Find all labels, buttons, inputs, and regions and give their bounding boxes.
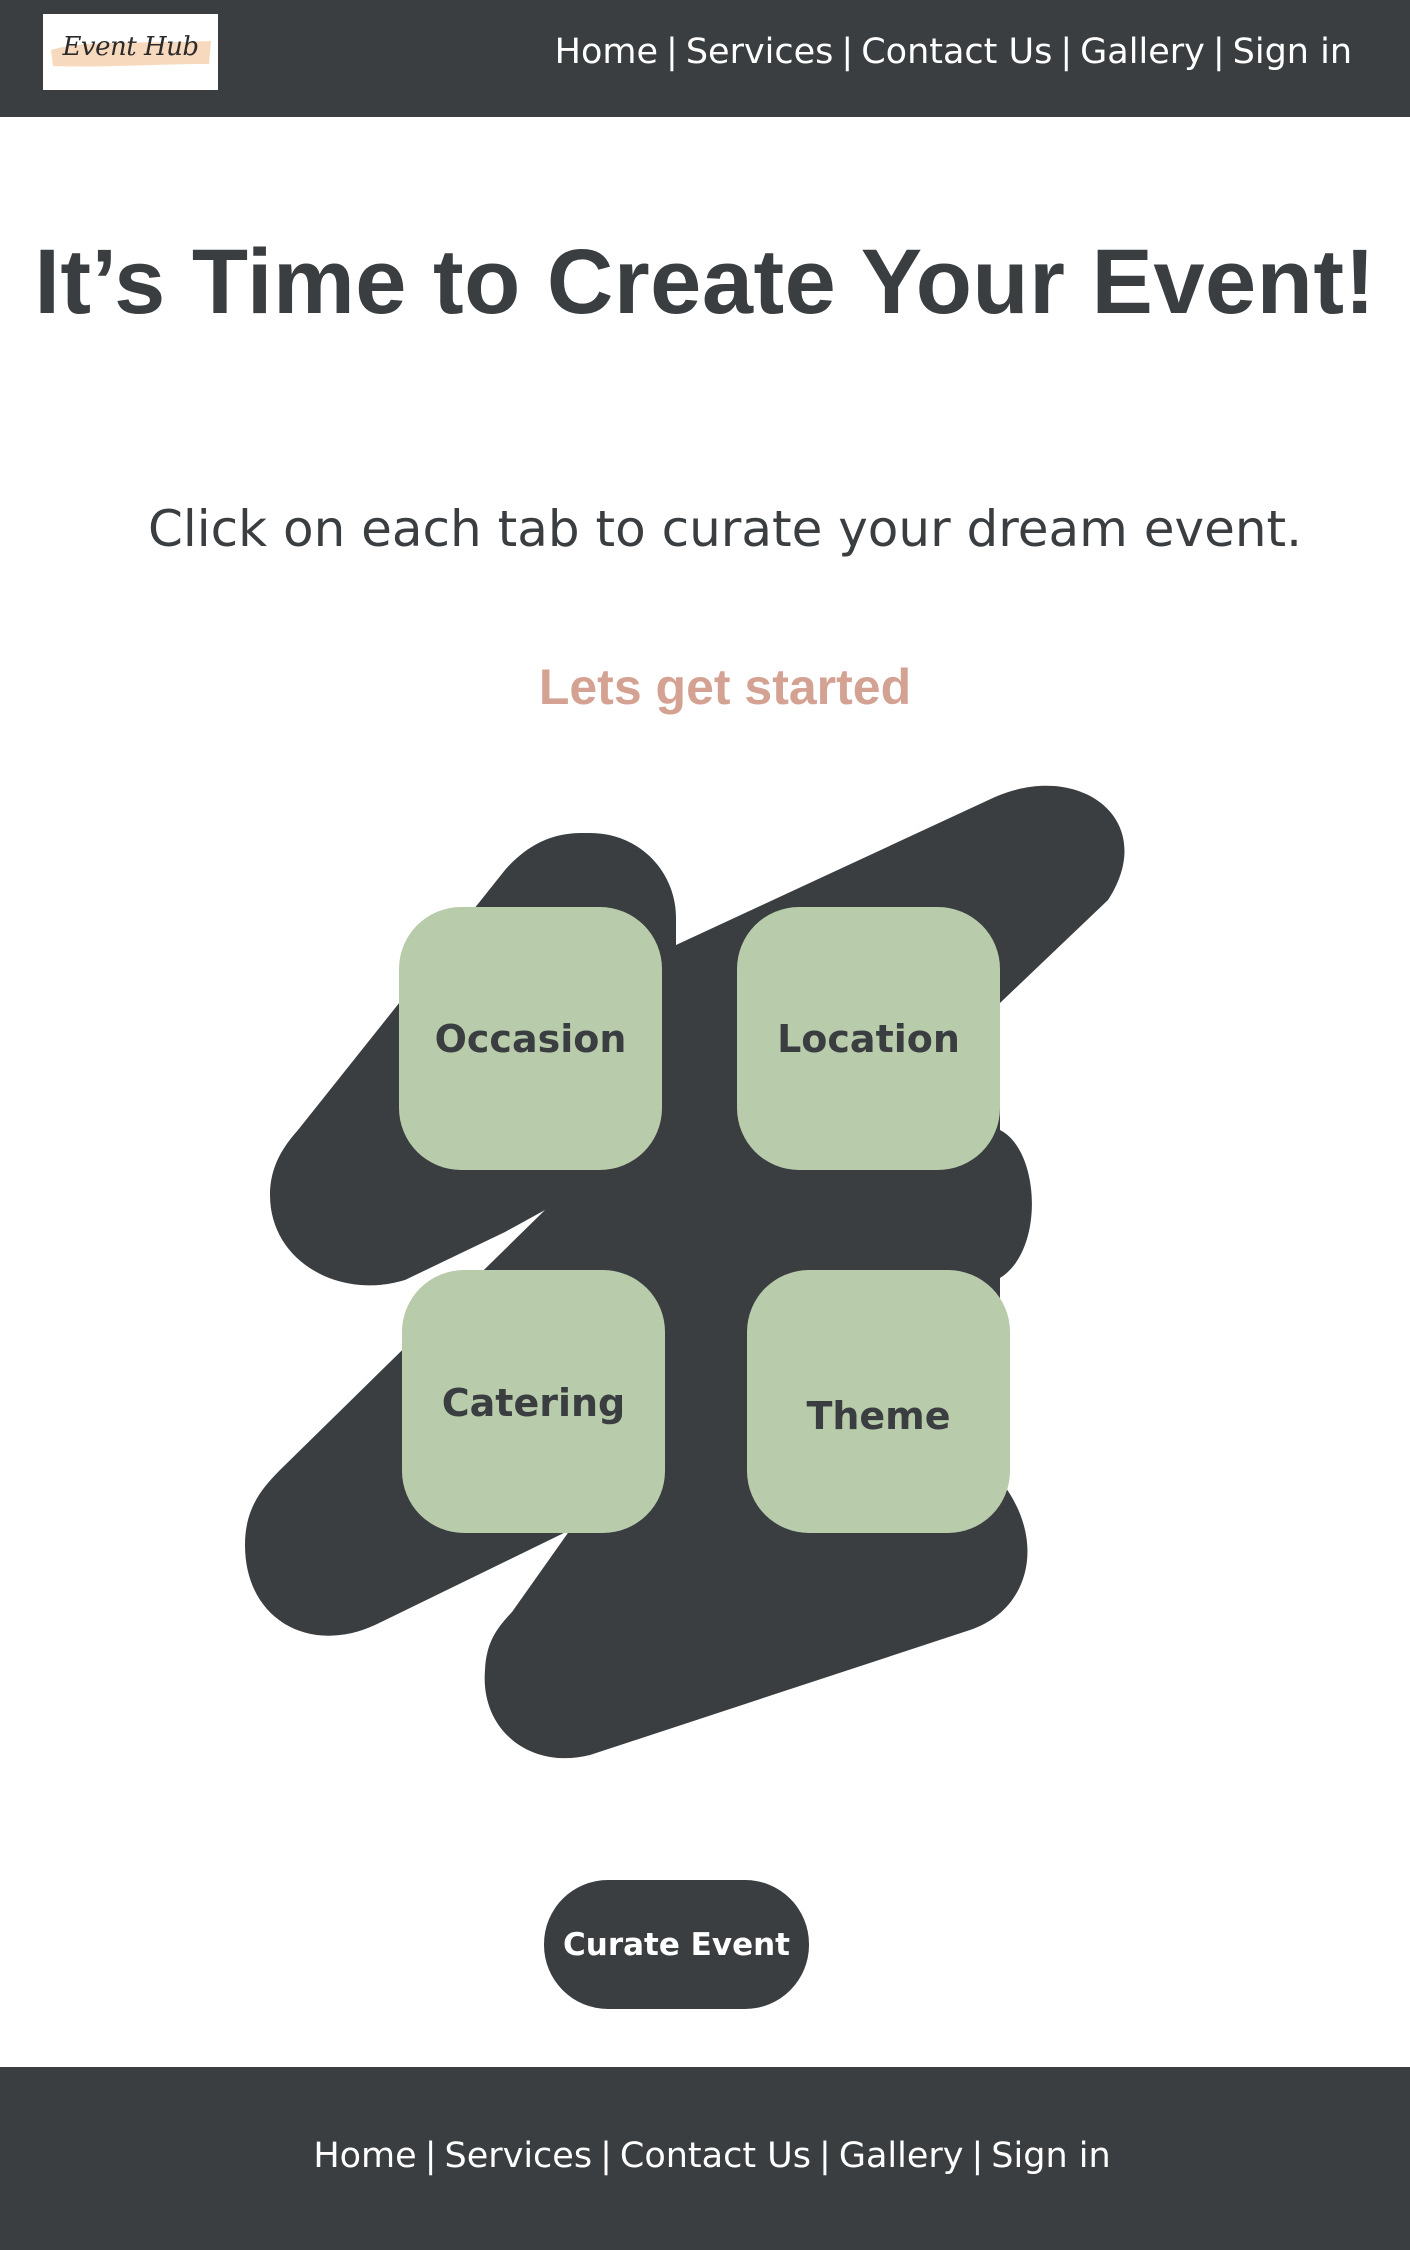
decorative-blob-shape xyxy=(245,785,1125,1759)
curate-event-button[interactable]: Curate Event xyxy=(544,1880,809,2009)
footer-home-link[interactable]: Home xyxy=(313,2136,416,2176)
tab-catering-label: Catering xyxy=(441,1380,626,1425)
tab-theme[interactable]: Theme xyxy=(747,1270,1010,1533)
footer-gallery-link[interactable]: Gallery xyxy=(839,2136,964,2176)
footer-nav: Home | Services | Contact Us | Gallery |… xyxy=(0,2132,1410,2180)
footer-signin-link[interactable]: Sign in xyxy=(991,2136,1110,2176)
tab-location[interactable]: Location xyxy=(737,907,1000,1170)
tab-theme-label: Theme xyxy=(806,1393,951,1438)
nav-separator: | xyxy=(819,2136,831,2176)
tab-location-label: Location xyxy=(777,1016,960,1061)
nav-separator: | xyxy=(424,2136,437,2176)
footer-contact-link[interactable]: Contact Us xyxy=(620,2136,811,2176)
tab-occasion-label: Occasion xyxy=(434,1016,627,1061)
footer-services-link[interactable]: Services xyxy=(444,2136,592,2176)
tab-occasion[interactable]: Occasion xyxy=(399,907,662,1170)
nav-separator: | xyxy=(600,2136,612,2176)
nav-separator: | xyxy=(971,2136,984,2176)
tab-catering[interactable]: Catering xyxy=(402,1270,665,1533)
